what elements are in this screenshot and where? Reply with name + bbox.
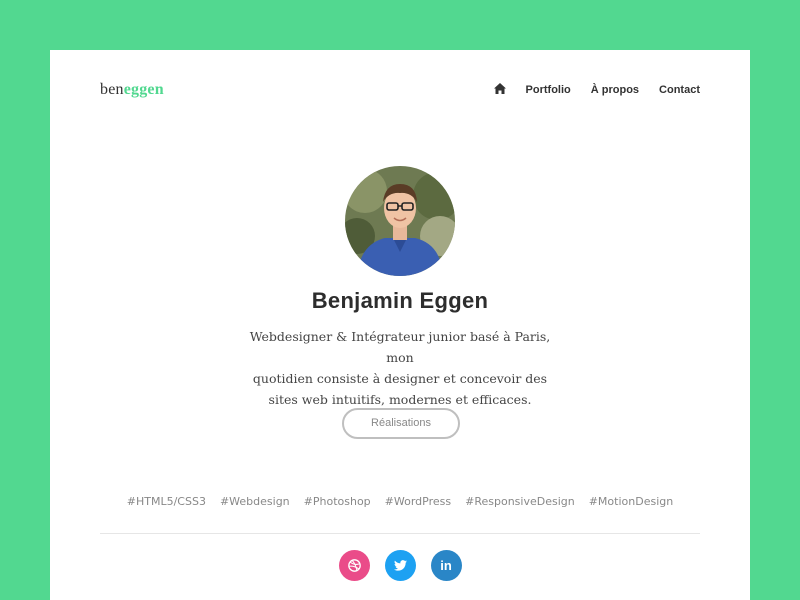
brand-logo-part2: eggen <box>123 81 164 98</box>
tag-item[interactable]: #MotionDesign <box>589 495 674 508</box>
twitter-icon <box>393 560 407 571</box>
nav-item-a-propos[interactable]: À propos <box>591 84 639 96</box>
tag-item[interactable]: #Photoshop <box>304 495 371 508</box>
linkedin-icon: in <box>440 558 452 573</box>
nav-home[interactable] <box>493 83 506 97</box>
bio-line: Webdesigner & Intégrateur junior basé à … <box>249 329 551 365</box>
profile-photo-graphic <box>345 166 455 276</box>
main-nav: Portfolio À propos Contact <box>493 83 700 97</box>
social-links: in <box>50 550 750 581</box>
brand-logo-part1: ben <box>100 81 124 98</box>
tag-item[interactable]: #ResponsiveDesign <box>465 495 575 508</box>
profile-photo <box>345 166 455 276</box>
bio-line: quotidien consiste à designer et concevo… <box>252 371 548 386</box>
tag-item[interactable]: #WordPress <box>385 495 451 508</box>
nav-item-portfolio[interactable]: Portfolio <box>526 84 571 96</box>
tag-item[interactable]: #HTML5/CSS3 <box>127 495 206 508</box>
twitter-button[interactable] <box>384 550 416 581</box>
divider <box>100 533 700 534</box>
realisations-button[interactable]: Réalisations <box>342 408 460 439</box>
tag-item[interactable]: #Webdesign <box>220 495 290 508</box>
dribbble-button[interactable] <box>338 550 370 581</box>
linkedin-button[interactable]: in <box>430 550 462 581</box>
skill-tags: #HTML5/CSS3 #Webdesign #Photoshop #WordP… <box>50 495 750 508</box>
page-card: beneggen Portfolio À propos Contact Benj… <box>50 50 750 600</box>
bio-line: sites web intuitifs, modernes et efficac… <box>268 392 532 407</box>
profile-name: Benjamin Eggen <box>311 288 489 313</box>
home-icon <box>493 83 506 94</box>
dribbble-icon <box>347 559 361 572</box>
nav-item-contact[interactable]: Contact <box>659 84 700 96</box>
brand-logo[interactable]: beneggen <box>100 81 164 99</box>
profile-bio: Webdesigner & Intégrateur junior basé à … <box>240 326 560 410</box>
